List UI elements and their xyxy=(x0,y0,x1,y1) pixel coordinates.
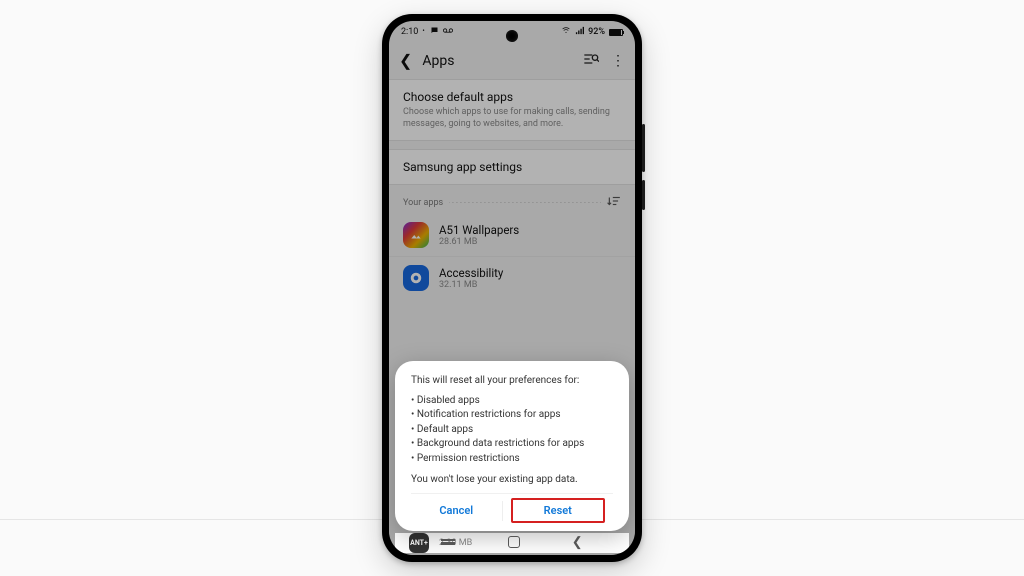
recents-button[interactable] xyxy=(441,539,455,545)
dialog-trail: You won't lose your existing app data. xyxy=(411,474,613,485)
front-camera xyxy=(506,30,518,42)
reset-button[interactable]: Reset xyxy=(511,498,606,523)
volume-button xyxy=(642,124,645,172)
screen: 2:10 • 92% ❮ xyxy=(389,21,635,555)
dialog-item: Disabled apps xyxy=(411,394,613,409)
home-button[interactable] xyxy=(508,536,520,548)
dialog-list: Disabled apps Notification restrictions … xyxy=(411,394,613,467)
dialog-item: Default apps xyxy=(411,423,613,438)
divider xyxy=(502,501,503,521)
dialog-lead: This will reset all your preferences for… xyxy=(411,375,613,386)
nav-bar: ❮ xyxy=(389,533,635,551)
back-button[interactable]: ❮ xyxy=(572,535,583,550)
power-button xyxy=(642,180,645,210)
dialog-item: Notification restrictions for apps xyxy=(411,408,613,423)
dialog-item: Permission restrictions xyxy=(411,452,613,467)
phone-frame: 2:10 • 92% ❮ xyxy=(382,14,642,562)
reset-preferences-dialog: This will reset all your preferences for… xyxy=(395,361,629,532)
cancel-button[interactable]: Cancel xyxy=(411,496,502,525)
dialog-item: Background data restrictions for apps xyxy=(411,437,613,452)
dialog-actions: Cancel Reset xyxy=(411,493,613,525)
